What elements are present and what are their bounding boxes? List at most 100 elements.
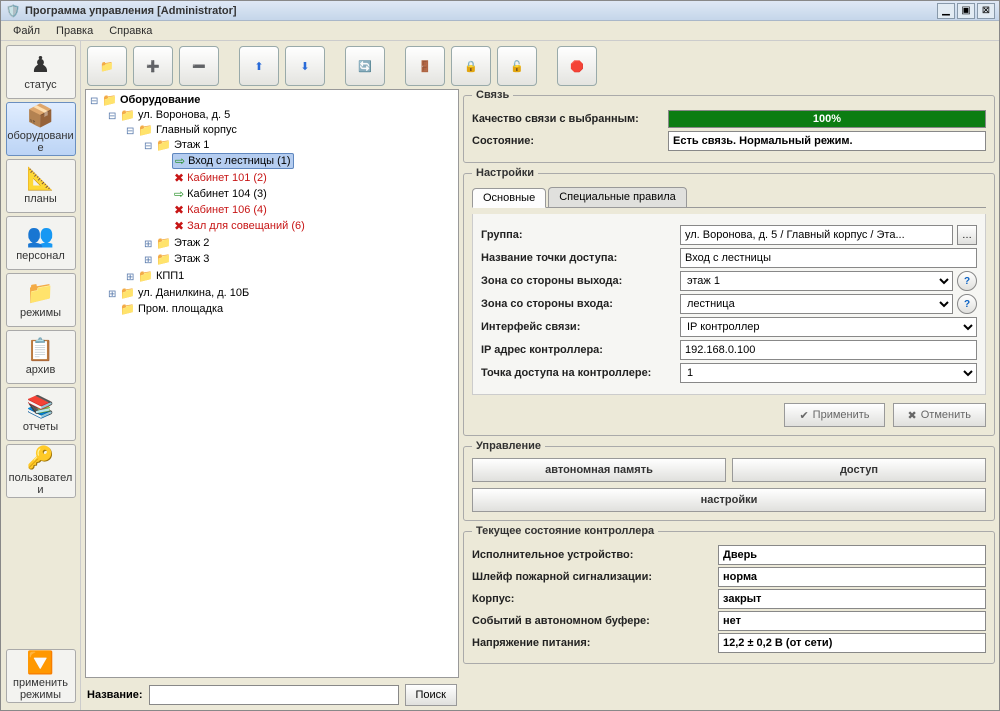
link-state-value: Есть связь. Нормальный режим. [668, 131, 986, 151]
sidebar-item-reports[interactable]: 📚отчеты [6, 387, 76, 441]
menu-edit[interactable]: Правка [48, 23, 101, 39]
arrow-down-icon: ⬇ [300, 60, 309, 73]
state-events-label: Событий в автономном буфере: [472, 615, 712, 627]
tree-meeting[interactable]: ✖Зал для совещаний (6) [172, 219, 307, 233]
folder-icon: 📁 [120, 302, 135, 316]
sidebar-item-personnel[interactable]: 👥персонал [6, 216, 76, 270]
toolbar: 📁 ➕ ➖ ⬆ ⬇ 🔄 🚪 🔒 🔓 🛑 [85, 43, 995, 89]
menu-help[interactable]: Справка [101, 23, 160, 39]
sidebar-item-equipment[interactable]: 📦оборудование [6, 102, 76, 156]
sidebar-item-status[interactable]: ♟статус [6, 45, 76, 99]
move-up-button[interactable]: ⬆ [239, 46, 279, 86]
left-sidebar: ♟статус 📦оборудование 📐планы 👥персонал 📁… [1, 41, 81, 710]
point-select[interactable]: 1 [680, 363, 977, 383]
tree-kpp1[interactable]: 📁КПП1 [136, 269, 186, 283]
tree-main-building[interactable]: 📁Главный корпус [136, 123, 239, 137]
link-quality-label: Качество связи с выбранным: [472, 113, 662, 125]
tree-root[interactable]: 📁Оборудование [100, 93, 202, 107]
door-icon: ⇨ [174, 187, 184, 201]
move-down-button[interactable]: ⬇ [285, 46, 325, 86]
search-input[interactable] [149, 685, 399, 705]
sidebar-item-apply-regimes[interactable]: 🔽применить режимы [6, 649, 76, 703]
tree-cab-101[interactable]: ✖Кабинет 101 (2) [172, 171, 269, 185]
zone-out-label: Зона со стороны выхода: [481, 275, 676, 287]
sidebar-item-regimes[interactable]: 📁режимы [6, 273, 76, 327]
error-icon: ✖ [174, 219, 184, 233]
tab-special-rules[interactable]: Специальные правила [548, 187, 687, 207]
access-button[interactable]: доступ [732, 458, 986, 482]
search-label: Название: [87, 689, 143, 701]
menu-bar: Файл Правка Справка [1, 21, 999, 41]
minus-icon: ➖ [192, 60, 206, 73]
iface-select[interactable]: IP контроллер [680, 317, 977, 337]
lock-closed-icon: 🔒 [464, 60, 478, 73]
toggle-icon[interactable]: ⊟ [90, 96, 100, 107]
stop-button[interactable]: 🛑 [557, 46, 597, 86]
close-icon[interactable]: ⊠ [977, 3, 995, 19]
minimize-icon[interactable]: ▁ [937, 3, 955, 19]
open-door-button[interactable]: 🚪 [405, 46, 445, 86]
refresh-icon: 🔄 [358, 60, 372, 73]
search-button[interactable]: Поиск [405, 684, 457, 706]
tree-prom[interactable]: 📁Пром. площадка [118, 302, 225, 316]
auto-memory-button[interactable]: автономная память [472, 458, 726, 482]
ip-input[interactable] [680, 340, 977, 360]
tree-floor-1[interactable]: 📁Этаж 1 [154, 138, 211, 152]
zone-in-help-icon[interactable]: ? [957, 294, 977, 314]
unlock-button[interactable]: 🔓 [497, 46, 537, 86]
zone-in-label: Зона со стороны входа: [481, 298, 676, 310]
group-browse-button[interactable]: … [957, 225, 977, 245]
folder-icon: 📁 [138, 123, 153, 137]
search-row: Название: Поиск [85, 678, 459, 708]
folder-plus-icon: 📁 [100, 60, 114, 73]
title-bar: 🛡️ Программа управления [Administrator] … [1, 1, 999, 21]
tree-addr-2[interactable]: 📁ул. Данилкина, д. 10Б [118, 286, 251, 300]
sidebar-item-archive[interactable]: 📋архив [6, 330, 76, 384]
refresh-button[interactable]: 🔄 [345, 46, 385, 86]
zone-out-select[interactable]: этаж 1 [680, 271, 953, 291]
people-icon: 👥 [27, 223, 54, 249]
menu-file[interactable]: Файл [5, 23, 48, 39]
stop-icon: 🛑 [570, 60, 584, 73]
settings-group: Настройки Основные Специальные правила Г… [463, 167, 995, 436]
zone-in-select[interactable]: лестница [680, 294, 953, 314]
state-device-value: Дверь [718, 545, 986, 565]
tab-main[interactable]: Основные [472, 188, 546, 208]
chip-plus-icon: ➕ [146, 60, 160, 73]
delete-button[interactable]: ➖ [179, 46, 219, 86]
state-fire-label: Шлейф пожарной сигнализации: [472, 571, 712, 583]
sidebar-item-plans[interactable]: 📐планы [6, 159, 76, 213]
cancel-button[interactable]: ✖Отменить [893, 403, 986, 427]
maximize-icon[interactable]: ▣ [957, 3, 975, 19]
state-events-value: нет [718, 611, 986, 631]
zone-out-help-icon[interactable]: ? [957, 271, 977, 291]
ctl-settings-button[interactable]: настройки [472, 488, 986, 512]
equipment-tree[interactable]: ⊟📁Оборудование ⊟📁ул. Воронова, д. 5 ⊟📁Гл… [85, 89, 459, 678]
settings-tabs: Основные Специальные правила [472, 187, 986, 208]
state-body-value: закрыт [718, 589, 986, 609]
add-device-button[interactable]: ➕ [133, 46, 173, 86]
tree-floor-3[interactable]: 📁Этаж 3 [154, 252, 211, 266]
lock-button[interactable]: 🔒 [451, 46, 491, 86]
tree-cab-106[interactable]: ✖Кабинет 106 (4) [172, 203, 269, 217]
name-input[interactable] [680, 248, 977, 268]
folder-icon: 📁 [156, 252, 171, 266]
iface-label: Интерфейс связи: [481, 321, 676, 333]
app-icon: 🛡️ [5, 3, 21, 19]
add-folder-button[interactable]: 📁 [87, 46, 127, 86]
app-window: 🛡️ Программа управления [Administrator] … [0, 0, 1000, 711]
name-label: Название точки доступа: [481, 252, 676, 264]
apply-button[interactable]: ✔Применить [784, 403, 884, 427]
details-panel: Связь Качество связи с выбранным: 100% С… [463, 89, 995, 708]
sidebar-item-users[interactable]: 🔑пользователи [6, 444, 76, 498]
tree-addr-1[interactable]: 📁ул. Воронова, д. 5 [118, 108, 232, 122]
folder-icon: 📁 [102, 93, 117, 107]
cancel-icon: ✖ [908, 409, 917, 422]
state-voltage-value: 12,2 ± 0,2 В (от сети) [718, 633, 986, 653]
settings-legend: Настройки [472, 167, 538, 179]
control-legend: Управление [472, 440, 545, 452]
link-quality-value: 100% [669, 111, 985, 127]
tree-cab-104[interactable]: ⇨Кабинет 104 (3) [172, 187, 269, 201]
tree-entry-stairs[interactable]: ⇨Вход с лестницы (1) [172, 153, 294, 169]
tree-floor-2[interactable]: 📁Этаж 2 [154, 236, 211, 250]
